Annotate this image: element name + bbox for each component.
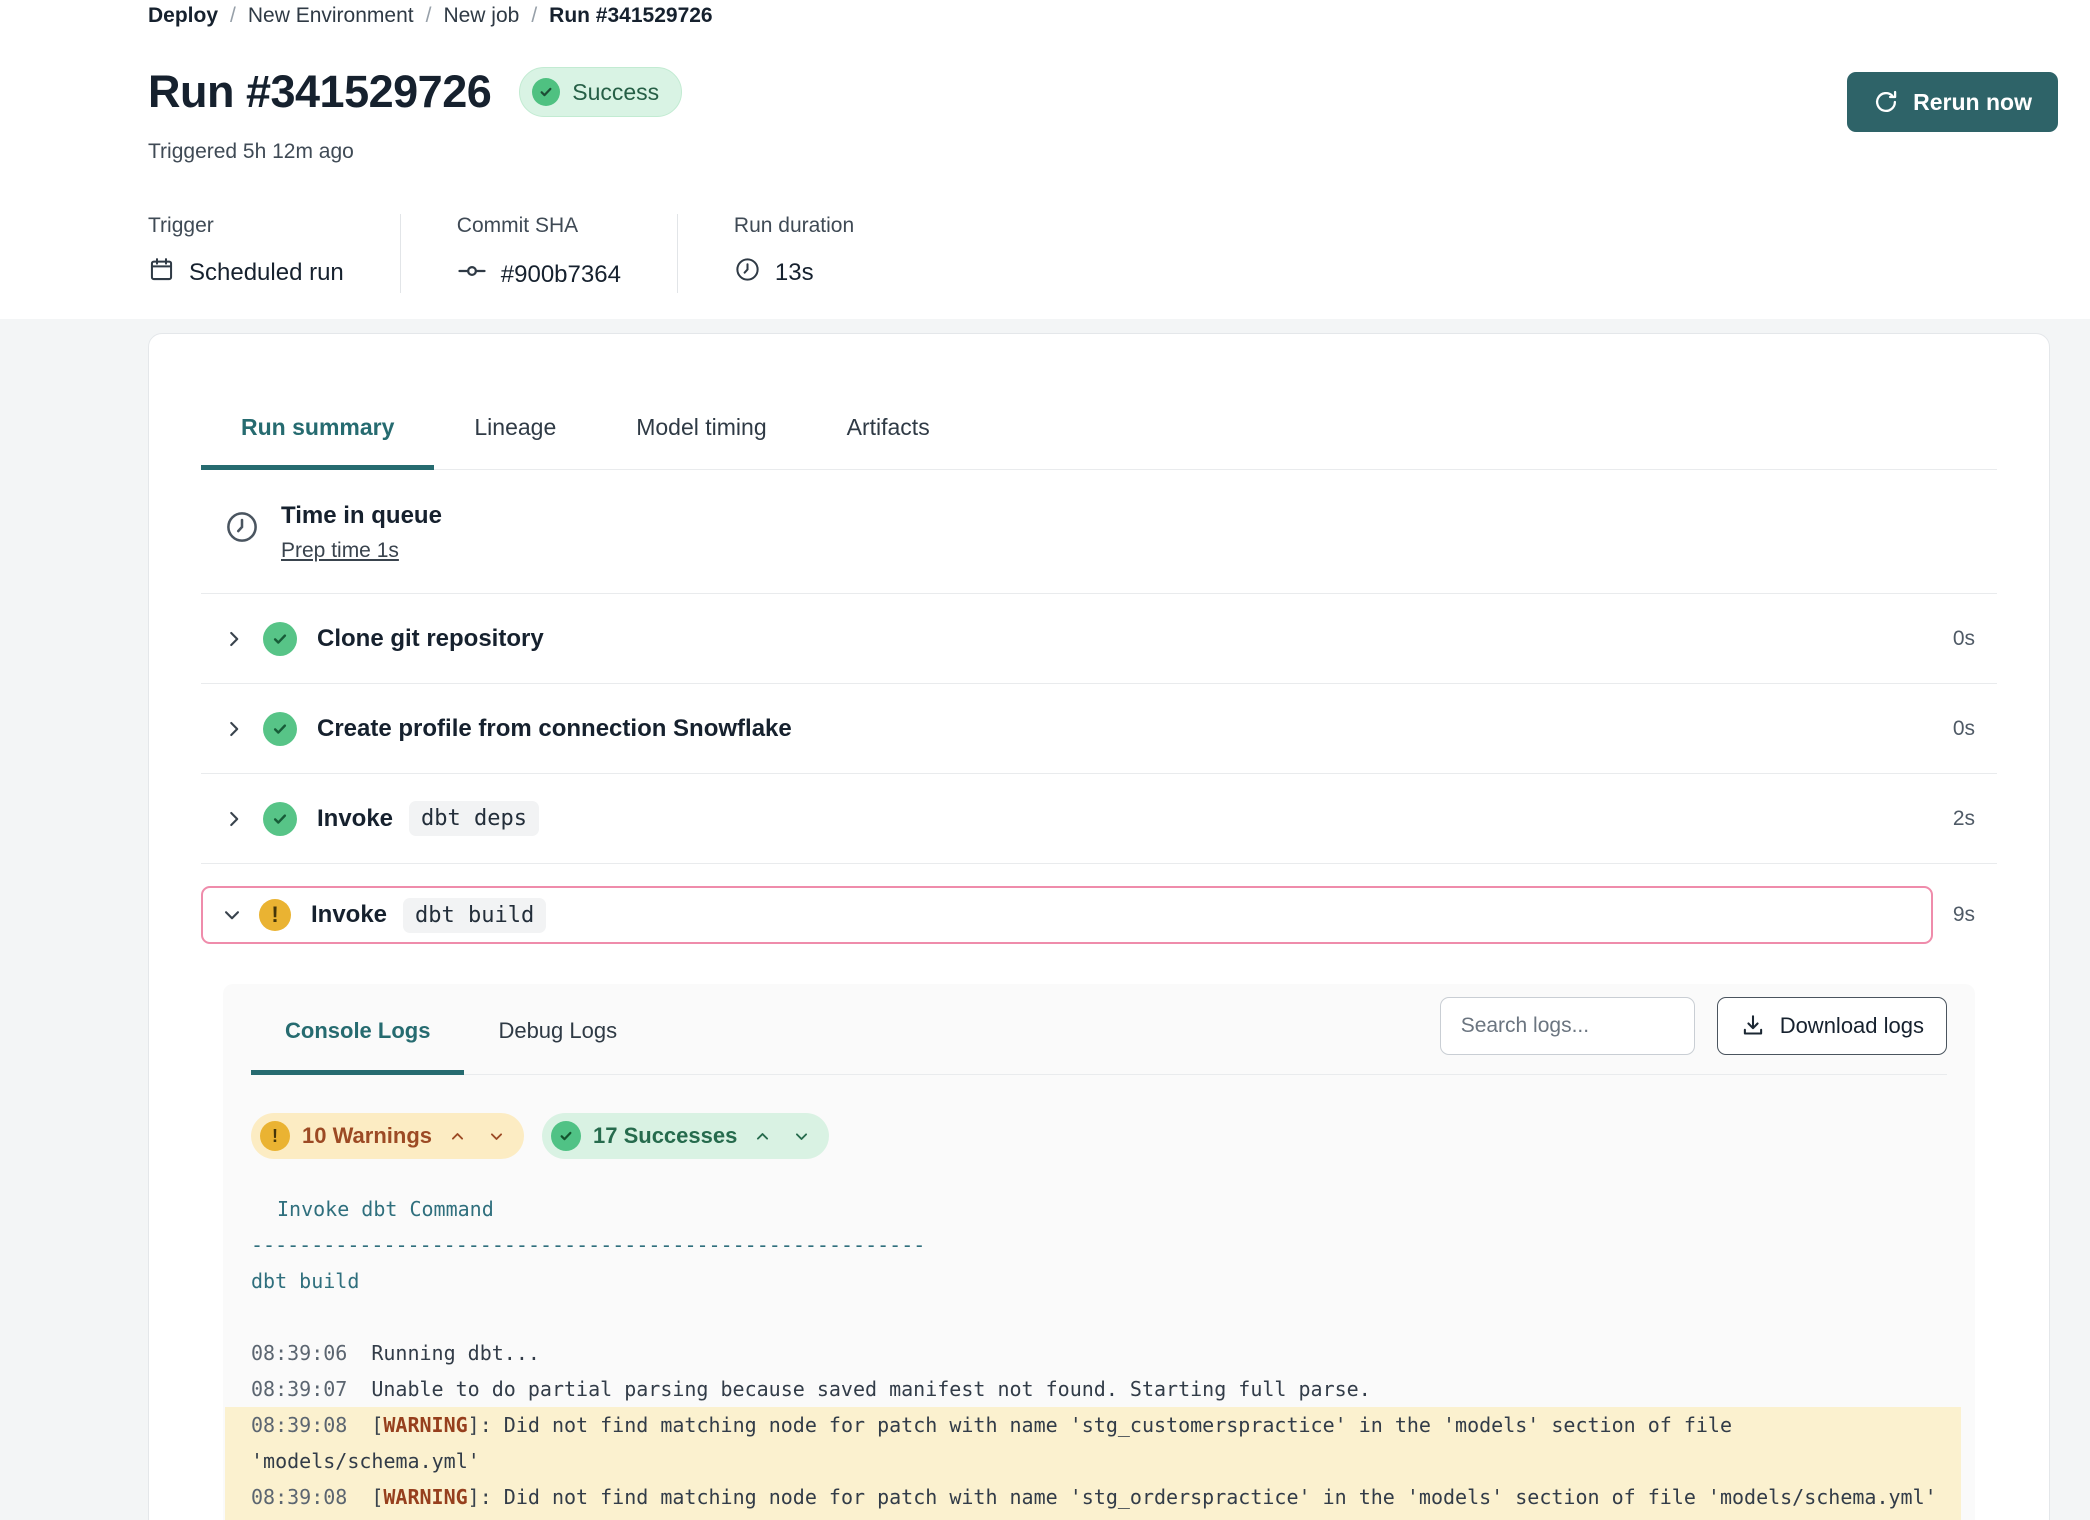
breadcrumb-separator: /: [426, 4, 432, 28]
warnings-next-button[interactable]: [483, 1124, 510, 1149]
console-log-output: Invoke dbt Command ---------------------…: [251, 1191, 1947, 1520]
step-name: Create profile from connection Snowflake: [317, 715, 792, 743]
step-name: Invoke: [317, 805, 393, 833]
queue-clock-icon: [223, 508, 261, 563]
run-meta: Trigger Scheduled run Commit SHA #900b73…: [148, 214, 2050, 293]
successes-badge: 17 Successes: [542, 1113, 829, 1159]
page-title: Run #341529726: [148, 66, 491, 118]
commit-sha-label: Commit SHA: [457, 214, 621, 238]
chevron-right-icon: [223, 628, 245, 650]
tab-console-logs[interactable]: Console Logs: [251, 984, 464, 1075]
log-command: dbt build: [251, 1263, 1947, 1299]
run-tabs: Run summary Lineage Model timing Artifac…: [201, 334, 1997, 470]
step-clone-git-repository[interactable]: Clone git repository 0s: [201, 594, 1997, 684]
breadcrumb-environment[interactable]: New Environment: [248, 4, 414, 28]
success-check-icon: [263, 802, 297, 836]
run-duration-value: 13s: [775, 259, 814, 287]
log-warning-line: 08:39:08[WARNING]: Test 'test.admin_matu…: [225, 1515, 1961, 1520]
rerun-now-label: Rerun now: [1913, 89, 2032, 116]
tab-debug-logs[interactable]: Debug Logs: [464, 984, 651, 1075]
step-command-chip: dbt build: [403, 898, 546, 933]
success-check-icon: [263, 712, 297, 746]
warning-icon: !: [259, 899, 291, 931]
tab-artifacts[interactable]: Artifacts: [807, 414, 970, 470]
tab-lineage[interactable]: Lineage: [434, 414, 596, 470]
prep-time-link[interactable]: Prep time 1s: [281, 539, 442, 563]
commit-sha-value: #900b7364: [501, 261, 621, 289]
step-invoke-dbt-build-header[interactable]: ! Invoke dbt build: [201, 886, 1933, 944]
step-invoke-dbt-build: ! Invoke dbt build 9s: [201, 886, 1997, 944]
meta-trigger: Trigger Scheduled run: [148, 214, 400, 293]
tab-model-timing[interactable]: Model timing: [596, 414, 806, 470]
warnings-badge: ! 10 Warnings: [251, 1113, 524, 1159]
warning-icon: !: [260, 1121, 290, 1151]
successes-prev-button[interactable]: [749, 1124, 776, 1149]
step-command-chip: dbt deps: [409, 801, 539, 836]
log-filter-badges: ! 10 Warnings 17 Successes: [251, 1113, 1947, 1159]
breadcrumb-separator: /: [230, 4, 236, 28]
breadcrumb: Deploy / New Environment / New job / Run…: [148, 4, 2050, 28]
chevron-right-icon: [223, 808, 245, 830]
log-separator: ----------------------------------------…: [251, 1227, 1947, 1263]
breadcrumb-run: Run #341529726: [549, 4, 712, 28]
log-warning-line: 08:39:08[WARNING]: Did not find matching…: [225, 1479, 1961, 1515]
successes-next-button[interactable]: [788, 1124, 815, 1149]
page-header: Deploy / New Environment / New job / Run…: [0, 0, 2090, 319]
calendar-icon: [148, 256, 175, 290]
step-duration: 2s: [1953, 807, 1975, 831]
rerun-now-button[interactable]: Rerun now: [1847, 72, 2058, 132]
breadcrumb-job[interactable]: New job: [443, 4, 519, 28]
clock-icon: [734, 256, 761, 290]
tab-run-summary[interactable]: Run summary: [201, 414, 434, 470]
status-label: Success: [572, 79, 659, 106]
meta-duration: Run duration 13s: [677, 214, 910, 293]
download-logs-button[interactable]: Download logs: [1717, 997, 1947, 1055]
step-duration: 9s: [1933, 903, 1997, 927]
refresh-icon: [1873, 89, 1899, 115]
log-panel: Console Logs Debug Logs Download logs ! …: [223, 984, 1975, 1520]
success-check-icon: [551, 1121, 581, 1151]
trigger-value: Scheduled run: [189, 259, 344, 287]
success-check-icon: [532, 78, 560, 106]
meta-commit: Commit SHA #900b7364: [400, 214, 677, 293]
triggered-timestamp: Triggered 5h 12m ago: [148, 140, 2050, 164]
success-check-icon: [263, 622, 297, 656]
page-body: Run summary Lineage Model timing Artifac…: [0, 319, 2090, 1520]
run-duration-label: Run duration: [734, 214, 854, 238]
step-name: Invoke: [311, 901, 387, 929]
download-logs-label: Download logs: [1780, 1013, 1924, 1039]
log-line: 08:39:06Running dbt...: [251, 1335, 1947, 1371]
chevron-down-icon: [221, 904, 243, 926]
log-blank-line: [251, 1299, 1947, 1335]
time-in-queue-section: Time in queue Prep time 1s: [201, 470, 1997, 594]
status-badge: Success: [519, 67, 682, 117]
step-duration: 0s: [1953, 627, 1975, 651]
log-tabs-row: Console Logs Debug Logs Download logs: [251, 984, 1947, 1075]
trigger-label: Trigger: [148, 214, 344, 238]
log-command-title: Invoke dbt Command: [251, 1191, 1947, 1227]
log-warning-line: 08:39:08[WARNING]: Did not find matching…: [225, 1407, 1961, 1479]
time-in-queue-title: Time in queue: [281, 502, 442, 530]
run-summary-card: Run summary Lineage Model timing Artifac…: [148, 333, 2050, 1520]
log-line: 08:39:07Unable to do partial parsing bec…: [251, 1371, 1947, 1407]
successes-count: 17 Successes: [593, 1123, 737, 1149]
download-icon: [1740, 1013, 1766, 1039]
warnings-prev-button[interactable]: [444, 1124, 471, 1149]
commit-icon: [457, 256, 487, 293]
breadcrumb-separator: /: [531, 4, 537, 28]
warnings-count: 10 Warnings: [302, 1123, 432, 1149]
breadcrumb-deploy[interactable]: Deploy: [148, 4, 218, 28]
search-logs-input[interactable]: [1440, 997, 1695, 1055]
step-create-profile[interactable]: Create profile from connection Snowflake…: [201, 684, 1997, 774]
step-name: Clone git repository: [317, 625, 544, 653]
step-invoke-dbt-deps[interactable]: Invoke dbt deps 2s: [201, 774, 1997, 864]
step-duration: 0s: [1953, 717, 1975, 741]
chevron-right-icon: [223, 718, 245, 740]
